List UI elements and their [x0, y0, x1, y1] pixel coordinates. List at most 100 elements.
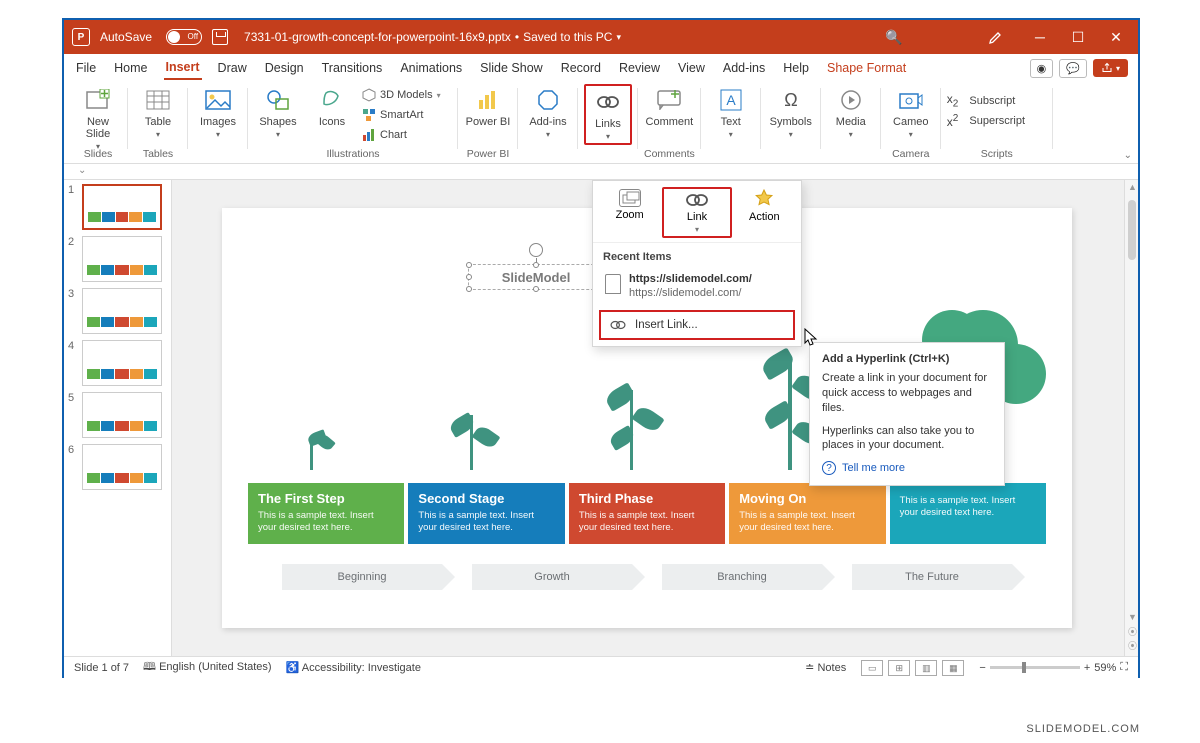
images-button[interactable]: Images▾ — [194, 84, 242, 139]
hyperlink-tooltip: Add a Hyperlink (Ctrl+K) Create a link i… — [809, 342, 1005, 486]
share-button[interactable]: ▾ — [1093, 59, 1128, 77]
tooltip-text: Hyperlinks can also take you to places i… — [822, 424, 992, 454]
symbols-button[interactable]: Ω Symbols▾ — [767, 84, 815, 139]
action-menu-item[interactable]: Action — [732, 187, 797, 238]
close-button[interactable]: ✕ — [1102, 29, 1130, 46]
zoom-in-icon[interactable]: + — [1084, 662, 1090, 674]
prev-slide-icon[interactable]: ⦿ — [1128, 625, 1137, 638]
qat-dropdown-icon[interactable]: ⌄ — [78, 165, 86, 176]
stage-box: Third PhaseThis is a sample text. Insert… — [569, 483, 725, 544]
recent-link-item[interactable]: https://slidemodel.com/ https://slidemod… — [593, 269, 801, 307]
resize-handle[interactable] — [533, 262, 539, 268]
tab-insert[interactable]: Insert — [164, 56, 202, 80]
zoom-percent[interactable]: 59% — [1094, 662, 1116, 674]
scrollbar-thumb[interactable] — [1128, 200, 1136, 260]
insert-link-menu-item[interactable]: Insert Link... — [599, 310, 795, 340]
powerbi-button[interactable]: Power BI — [464, 84, 512, 128]
autosave-toggle[interactable]: Off — [166, 29, 202, 45]
slideshow-view-button[interactable]: ▦ — [942, 660, 964, 676]
scroll-down-icon[interactable]: ▼ — [1128, 612, 1137, 622]
tab-draw[interactable]: Draw — [216, 57, 249, 79]
slide-thumbnail[interactable]: 5 — [68, 392, 167, 438]
slide-thumbnail[interactable]: 2 — [68, 236, 167, 282]
tab-file[interactable]: File — [74, 57, 98, 79]
next-slide-icon[interactable]: ⦿ — [1128, 639, 1137, 652]
powerpoint-logo-icon: P — [72, 28, 90, 46]
smartart-button[interactable]: SmartArt — [362, 106, 452, 124]
search-icon[interactable]: 🔍 — [880, 29, 908, 46]
slide-canvas-area[interactable]: SlideModel The First StepThis is a sampl… — [172, 180, 1124, 656]
resize-handle[interactable] — [466, 262, 472, 268]
group-powerbi: Power BI Power BI — [458, 84, 518, 163]
zoom-control[interactable]: − + 59% ⛶ — [979, 661, 1128, 674]
document-title[interactable]: 7331-01-growth-concept-for-powerpoint-16… — [244, 30, 621, 44]
minimize-button[interactable]: ─ — [1026, 29, 1054, 45]
table-button[interactable]: Table▾ — [134, 84, 182, 139]
rotate-handle-icon[interactable] — [529, 243, 543, 257]
subscript-button[interactable]: x2 Subscript — [947, 92, 1047, 110]
link-menu-item[interactable]: Link ▾ — [662, 187, 731, 238]
comments-button-small[interactable]: 💬 — [1059, 59, 1087, 78]
links-button[interactable]: Links▾ — [584, 84, 632, 145]
tab-animations[interactable]: Animations — [398, 57, 464, 79]
normal-view-button[interactable]: ▭ — [861, 660, 883, 676]
save-icon[interactable] — [212, 29, 228, 45]
sorter-view-button[interactable]: ⊞ — [888, 660, 910, 676]
resize-handle[interactable] — [466, 274, 472, 280]
notes-button[interactable]: ≐ Notes — [805, 661, 846, 674]
workspace: 1 2 3 4 5 6 SlideModel — [64, 180, 1138, 656]
tell-me-more-link[interactable]: ? Tell me more — [822, 461, 992, 475]
resize-handle[interactable] — [466, 286, 472, 292]
text-button[interactable]: A Text▾ — [707, 84, 755, 139]
group-images: Images▾ — [188, 84, 248, 163]
3d-models-button[interactable]: 3D Models ▾ — [362, 86, 452, 104]
maximize-button[interactable]: ☐ — [1064, 29, 1092, 46]
resize-handle[interactable] — [533, 286, 539, 292]
accessibility-status[interactable]: ♿ Accessibility: Investigate — [286, 661, 421, 674]
slide-thumbnail[interactable]: 6 — [68, 444, 167, 490]
record-button-small[interactable]: ◉ — [1030, 59, 1054, 78]
superscript-button[interactable]: x2 Superscript — [947, 112, 1047, 130]
slide-thumbnail[interactable]: 1 — [68, 184, 167, 230]
comment-button[interactable]: Comment — [645, 84, 693, 128]
thumbnail-pane[interactable]: 1 2 3 4 5 6 — [64, 180, 172, 656]
fit-to-window-icon[interactable]: ⛶ — [1120, 661, 1128, 674]
autosave-label: AutoSave — [100, 30, 152, 44]
quick-access-strip: ⌄ — [64, 164, 1138, 180]
tab-shape-format[interactable]: Shape Format — [825, 57, 908, 79]
media-button[interactable]: Media▾ — [827, 84, 875, 139]
pen-icon[interactable] — [988, 29, 1016, 45]
cameo-button[interactable]: Cameo▾ — [887, 84, 935, 139]
tab-transitions[interactable]: Transitions — [320, 57, 385, 79]
addins-button[interactable]: Add-ins▾ — [524, 84, 572, 139]
tab-addins[interactable]: Add-ins — [721, 57, 767, 79]
ribbon-tabs: File Home Insert Draw Design Transitions… — [64, 54, 1138, 82]
zoom-slider[interactable] — [990, 666, 1080, 669]
vertical-scrollbar[interactable]: ▲ ▼ ⦿ ⦿ — [1124, 180, 1138, 656]
tab-help[interactable]: Help — [781, 57, 811, 79]
new-slide-button[interactable]: New Slide ▾ — [74, 84, 122, 151]
icons-button[interactable]: Icons — [308, 84, 356, 128]
selected-textbox[interactable]: SlideModel — [468, 264, 604, 290]
tab-review[interactable]: Review — [617, 57, 662, 79]
zoom-out-icon[interactable]: − — [979, 662, 985, 674]
stage-box: Moving OnThis is a sample text. Insert y… — [729, 483, 885, 544]
scroll-up-icon[interactable]: ▲ — [1128, 182, 1137, 192]
tab-home[interactable]: Home — [112, 57, 149, 79]
tab-record[interactable]: Record — [559, 57, 603, 79]
collapse-ribbon-icon[interactable]: ⌄ — [1124, 150, 1132, 161]
language-status[interactable]: 🕮 English (United States) — [143, 658, 272, 677]
slide-thumbnail[interactable]: 4 — [68, 340, 167, 386]
tab-view[interactable]: View — [676, 57, 707, 79]
slide-thumbnail[interactable]: 3 — [68, 288, 167, 334]
tab-design[interactable]: Design — [263, 57, 306, 79]
tab-slideshow[interactable]: Slide Show — [478, 57, 545, 79]
zoom-menu-item[interactable]: Zoom — [597, 187, 662, 238]
slide-counter[interactable]: Slide 1 of 7 — [74, 662, 129, 674]
chart-button[interactable]: Chart — [362, 126, 452, 144]
stage-row: The First StepThis is a sample text. Ins… — [248, 483, 1046, 544]
status-bar: Slide 1 of 7 🕮 English (United States) ♿… — [64, 656, 1138, 678]
svg-text:Ω: Ω — [784, 90, 797, 110]
shapes-button[interactable]: Shapes▾ — [254, 84, 302, 139]
reading-view-button[interactable]: ▥ — [915, 660, 937, 676]
